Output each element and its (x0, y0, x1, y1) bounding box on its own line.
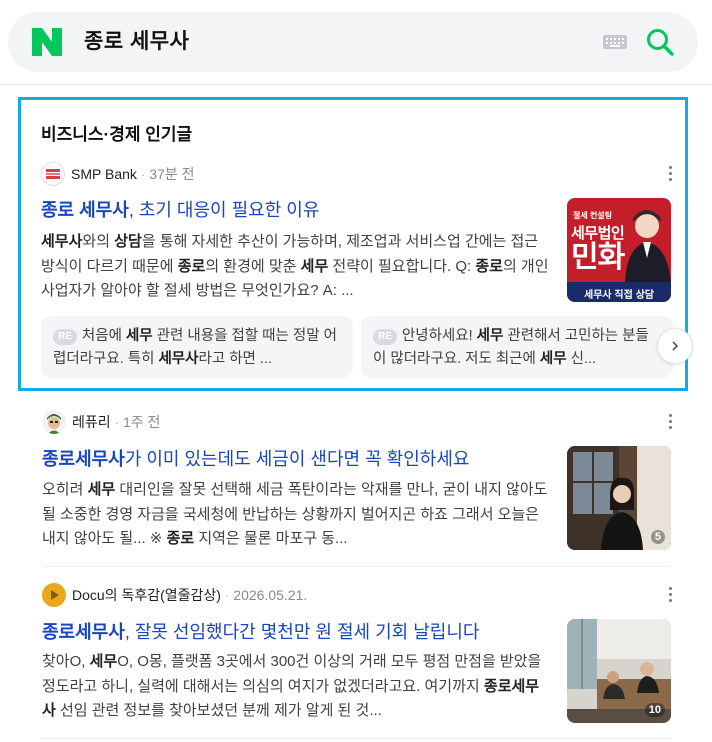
keyword-highlight: 종로 (177, 257, 206, 275)
post-snippet[interactable]: 오히려 세무 대리인을 잘못 선택해 세금 폭탄이라는 악재를 만나, 굳이 내… (42, 478, 550, 552)
post-time: 1주 전 (122, 414, 161, 430)
keyword-highlight: 세무 (87, 481, 116, 498)
keyword-highlight: 세무사 (41, 233, 83, 250)
post-snippet[interactable]: 찾아O, 세무O, O몽, 플랫폼 3곳에서 300건 이상의 거래 모두 평점… (42, 650, 550, 724)
snippet-text: 라고 하면 ... (198, 350, 273, 367)
keyword-highlight: 세무 (89, 653, 118, 670)
post-time: 2026.05.21. (233, 587, 308, 603)
thumb-caption: 절세 컨설팅 (573, 211, 613, 220)
title-highlight: 종로 세무사 (41, 200, 129, 220)
snippet-text: 찾아O, (42, 653, 90, 670)
naver-logo-icon[interactable] (32, 28, 62, 56)
post-title-link[interactable]: 종로 세무사, 초기 대응이 필요한 이유 (41, 198, 319, 222)
character-avatar-icon (42, 410, 66, 434)
image-count-badge: 5 (650, 530, 665, 544)
title-rest: , 잘못 선임했다간 몇천만 원 절세 기회 날립니다 (124, 622, 480, 642)
more-options-icon[interactable] (667, 166, 673, 184)
result-divider (42, 738, 671, 739)
search-input[interactable]: 종로 세무사 (84, 28, 189, 56)
post-source-row[interactable]: SMP Bank · 37분 전 (41, 162, 195, 186)
source-avatar[interactable] (42, 410, 66, 434)
keyword-highlight: 세무 (476, 328, 504, 344)
post-thumbnail[interactable]: 10 (567, 619, 671, 723)
title-rest: , 초기 대응이 필요한 이유 (128, 200, 320, 220)
title-highlight: 종로세무사 (42, 622, 125, 642)
post-snippet[interactable]: 세무사와의 상담을 통해 자세한 추산이 가능하며, 제조업과 서비스업 간에는… (41, 230, 549, 304)
reply-tag: RE (373, 329, 397, 345)
next-button[interactable] (657, 328, 693, 364)
snippet-text: 안녕하세요! (401, 328, 477, 344)
snippet-text: 신... (566, 350, 597, 367)
more-options-icon[interactable] (667, 587, 673, 605)
keyword-highlight: 세무 (125, 328, 153, 344)
snippet-text: 전략이 필요합니다. Q: (328, 257, 476, 275)
thumb-big-text: 민화 (571, 241, 625, 274)
search-bar[interactable]: 종로 세무사 (8, 12, 698, 72)
popular-posts-card: 비즈니스·경제 인기글 SMP Bank · 37분 전 종로 세무사, 초기 … (18, 97, 693, 391)
snippet-text: O, O몽, 플랫폼 3곳에서 300건 이상의 거래 모두 평점 만점을 받았… (42, 653, 542, 695)
post-title-link[interactable]: 종로세무사, 잘못 선임했다간 몇천만 원 절세 기회 날립니다 (42, 620, 479, 644)
keyword-highlight: 세무사 (158, 350, 199, 367)
separator-dot: · (224, 587, 230, 603)
keyword-highlight: 세무 (539, 350, 567, 367)
keyword-highlight: 상담 (114, 233, 142, 250)
title-rest: 가 이미 있는데도 세금이 샌다면 꼭 확인하세요 (124, 449, 470, 469)
header-divider (0, 84, 712, 85)
keyword-highlight: 세무 (300, 257, 329, 275)
image-count-badge: 10 (644, 703, 665, 717)
title-highlight: 종로세무사 (42, 449, 125, 469)
separator-dot: · (140, 166, 146, 182)
source-avatar[interactable] (41, 162, 65, 186)
snippet-text: 처음에 (81, 328, 126, 344)
card-title: 비즈니스·경제 인기글 (41, 125, 193, 144)
reply-preview-1[interactable]: RE 처음에 세무 관련 내용을 접할 때는 정말 어렵더라구요. 특히 세무사라… (41, 316, 353, 378)
post-time: 37분 전 (149, 166, 195, 182)
result-source-row[interactable]: Docu의 독후감(열줄감상) · 2026.05.21. (42, 583, 308, 607)
more-options-icon[interactable] (667, 414, 673, 432)
result-source-row[interactable]: 레퓨리 · 1주 전 (42, 410, 161, 434)
post-title-link[interactable]: 종로세무사가 이미 있는데도 세금이 샌다면 꼭 확인하세요 (42, 447, 469, 471)
post-thumbnail[interactable]: 5 (567, 446, 671, 550)
reply-tag: RE (53, 329, 77, 345)
snippet-text: 의 환경에 맞춘 (205, 257, 301, 275)
snippet-text: 선임 관련 정보를 찾아보셨던 분께 제가 알게 된 것... (55, 702, 382, 719)
source-avatar[interactable] (42, 583, 66, 607)
post-thumbnail[interactable]: 절세 컨설팅 세무법인 민화 세무사 직접 상담 (567, 198, 671, 302)
snippet-text: 오히려 (42, 481, 88, 498)
source-name[interactable]: 레퓨리 (72, 412, 111, 432)
reply-preview-2[interactable]: RE 안녕하세요! 세무 관련해서 고민하는 분들이 많더라구요. 저도 최근에 … (361, 316, 673, 378)
source-name[interactable]: Docu의 독후감(열줄감상) (72, 585, 221, 605)
source-name[interactable]: SMP Bank (71, 166, 137, 182)
thumb-footer: 세무사 직접 상담 (584, 290, 654, 301)
result-divider (42, 566, 671, 567)
keyboard-icon[interactable] (602, 32, 628, 52)
snippet-text: 와의 (82, 233, 115, 250)
chevron-right-icon (672, 341, 679, 351)
snippet-text: 지역은 물론 마포구 동... (194, 530, 348, 547)
keyword-highlight: 종로 (475, 257, 503, 275)
separator-dot: · (114, 414, 119, 430)
play-avatar-icon (42, 583, 66, 607)
keyword-highlight: 종로 (166, 530, 195, 547)
search-icon[interactable] (644, 26, 676, 58)
smp-bank-logo-icon (46, 169, 60, 179)
